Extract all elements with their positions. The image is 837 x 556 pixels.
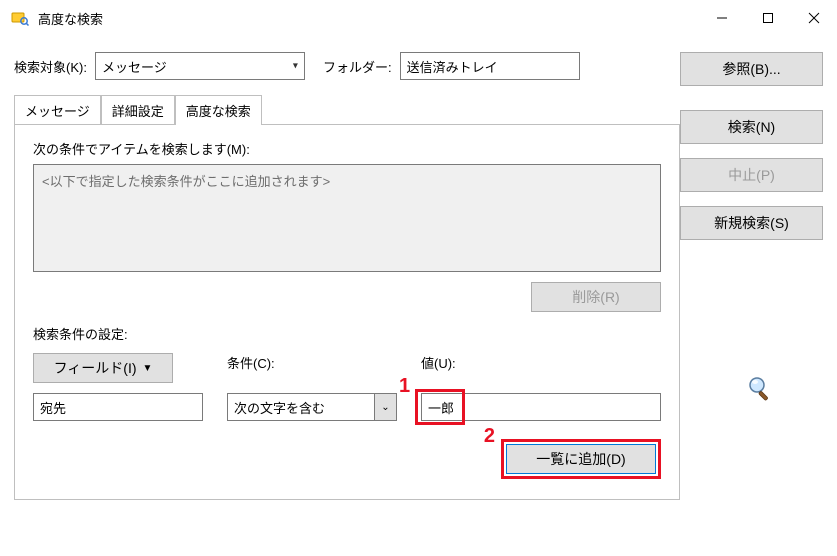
magnifier-icon: [747, 375, 773, 404]
chevron-down-icon: ⌄: [375, 393, 397, 421]
value-label: 値(U):: [421, 353, 661, 383]
triangle-down-icon: ▼: [143, 363, 153, 374]
annotation-number-2: 2: [484, 425, 495, 448]
stop-button[interactable]: 中止(P): [680, 158, 823, 192]
tab-strip: メッセージ 詳細設定 高度な検索: [14, 96, 680, 124]
folder-label: フォルダー:: [323, 57, 392, 76]
search-button[interactable]: 検索(N): [680, 110, 823, 144]
criteria-list[interactable]: <以下で指定した検索条件がここに追加されます>: [33, 164, 661, 272]
field-button-label: フィールド(I): [54, 358, 137, 378]
look-for-value: メッセージ: [102, 57, 167, 76]
annotation-box-2: 一覧に追加(D): [501, 439, 661, 479]
browse-button[interactable]: 参照(B)...: [680, 52, 823, 86]
tab-advanced[interactable]: 高度な検索: [175, 95, 262, 125]
field-input[interactable]: 宛先: [33, 393, 203, 421]
advanced-tab-panel: 次の条件でアイテムを検索します(M): <以下で指定した検索条件がここに追加され…: [14, 124, 680, 500]
minimize-button[interactable]: [699, 2, 745, 34]
condition-value: 次の文字を含む: [234, 398, 325, 417]
maximize-button[interactable]: [745, 2, 791, 34]
window-title: 高度な検索: [38, 9, 103, 28]
annotation-box-1: [415, 389, 465, 425]
field-input-value: 宛先: [40, 398, 66, 417]
search-scope-row: 検索対象(K): メッセージ ▾ フォルダー: 送信済みトレイ: [14, 46, 680, 86]
folder-value: 送信済みトレイ: [407, 57, 498, 76]
define-criteria-label: 検索条件の設定:: [33, 324, 661, 343]
criteria-placeholder: <以下で指定した検索条件がここに追加されます>: [42, 174, 330, 189]
annotation-number-1: 1: [399, 375, 410, 398]
tab-more-choices[interactable]: 詳細設定: [101, 95, 175, 124]
field-button[interactable]: フィールド(I) ▼: [33, 353, 173, 383]
app-icon: [10, 8, 30, 28]
title-bar: 高度な検索: [0, 0, 837, 36]
new-search-button[interactable]: 新規検索(S): [680, 206, 823, 240]
find-items-label: 次の条件でアイテムを検索します(M):: [33, 139, 661, 158]
chevron-down-icon: ▾: [293, 61, 298, 72]
close-button[interactable]: [791, 2, 837, 34]
remove-button[interactable]: 削除(R): [531, 282, 661, 312]
folder-value-box: 送信済みトレイ: [400, 52, 580, 80]
condition-label: 条件(C):: [227, 353, 397, 383]
condition-select[interactable]: 次の文字を含む ⌄: [227, 393, 397, 421]
tab-messages[interactable]: メッセージ: [14, 95, 101, 124]
look-for-label: 検索対象(K):: [14, 57, 87, 76]
look-for-select[interactable]: メッセージ ▾: [95, 52, 305, 80]
add-to-list-button[interactable]: 一覧に追加(D): [506, 444, 656, 474]
